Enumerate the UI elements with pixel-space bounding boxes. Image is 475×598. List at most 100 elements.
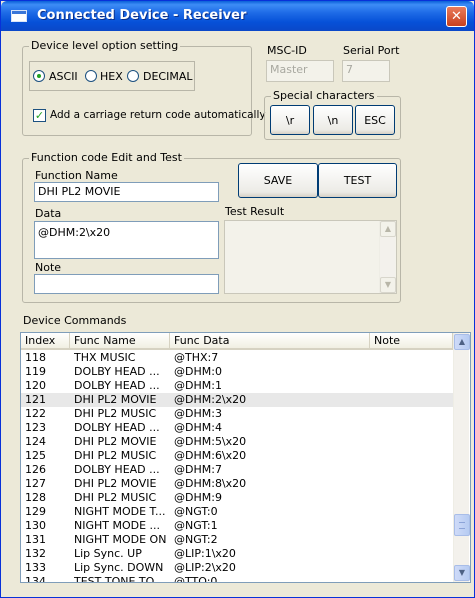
row-func-data: @DHM:3 — [174, 407, 222, 420]
row-func-data: @NGT:2 — [174, 533, 218, 546]
row-func-name: DHI PL2 MOVIE — [74, 435, 157, 448]
radio-hex-label: HEX — [100, 70, 123, 83]
table-row[interactable]: 123 DOLBY HEAD ... @DHM:4 — [21, 421, 453, 435]
row-func-data: @NGT:0 — [174, 505, 218, 518]
column-header-note[interactable]: Note — [370, 333, 453, 348]
row-index: 134 — [25, 575, 46, 583]
column-header-index[interactable]: Index — [21, 333, 70, 348]
table-row[interactable]: 120 DOLBY HEAD ... @DHM:1 — [21, 379, 453, 393]
device-commands-scrollbar[interactable]: ▲ ▼ — [453, 333, 470, 582]
test-result-label: Test Result — [225, 205, 285, 218]
row-func-name: DOLBY HEAD ... — [74, 463, 160, 476]
row-index: 126 — [25, 463, 46, 476]
device-commands-label: Device Commands — [23, 314, 127, 327]
row-index: 120 — [25, 379, 46, 392]
row-func-name: Lip Sync. UP — [74, 547, 142, 560]
radio-decimal[interactable] — [127, 70, 139, 82]
row-index: 127 — [25, 477, 46, 490]
row-func-data: @DHM:5\x20 — [174, 435, 247, 448]
row-func-name: NIGHT MODE ON — [74, 533, 167, 546]
row-func-data: @DHM:0 — [174, 365, 222, 378]
column-header-func-data[interactable]: Func Data — [170, 333, 370, 348]
row-func-name: DHI PL2 MUSIC — [74, 407, 157, 420]
note-label: Note — [35, 261, 62, 274]
table-row[interactable]: 133 Lip Sync. DOWN @LIP:2\x20 — [21, 561, 453, 575]
list-scroll-up-icon[interactable]: ▲ — [454, 334, 470, 350]
test-result-scrollbar[interactable]: ▲ ▼ — [379, 221, 396, 293]
main-window: Connected Device - Receiver ✕ Device lev… — [0, 0, 475, 598]
table-row[interactable]: 128 DHI PL2 MUSIC @DHM:9 — [21, 491, 453, 505]
list-rows: 118 THX MUSIC @THX:7 119 DOLBY HEAD ... @DHM… — [21, 351, 453, 583]
escape-char-button[interactable]: ESC — [355, 105, 395, 135]
row-func-data: @THX:7 — [174, 351, 219, 364]
row-func-data: @DHM:1 — [174, 379, 222, 392]
row-func-name: DOLBY HEAD ... — [74, 365, 160, 378]
newline-char-button[interactable]: \n — [313, 105, 353, 135]
radio-ascii-label: ASCII — [49, 70, 78, 83]
table-row[interactable]: 131 NIGHT MODE ON @NGT:2 — [21, 533, 453, 547]
carriage-return-checkbox[interactable]: ✓ — [33, 109, 46, 122]
table-row[interactable]: 129 NIGHT MODE T... @NGT:0 — [21, 505, 453, 519]
msc-id-label: MSC-ID — [267, 44, 307, 57]
table-row[interactable]: 125 DHI PL2 MUSIC @DHM:6\x20 — [21, 449, 453, 463]
row-func-data: @DHM:4 — [174, 421, 222, 434]
function-name-field[interactable]: DHI PL2 MOVIE — [34, 182, 219, 202]
close-button[interactable]: ✕ — [446, 6, 467, 27]
radio-ascii[interactable] — [33, 70, 45, 82]
row-func-data: @NGT:1 — [174, 519, 218, 532]
test-button[interactable]: TEST — [318, 163, 397, 198]
row-index: 131 — [25, 533, 46, 546]
row-func-data: @LIP:2\x20 — [174, 561, 236, 574]
note-field[interactable] — [34, 274, 219, 294]
list-scroll-down-icon[interactable]: ▼ — [454, 565, 470, 581]
list-header: Index Func Name Func Data Note — [21, 333, 453, 350]
device-commands-list[interactable]: Index Func Name Func Data Note 118 THX MU… — [20, 332, 471, 583]
save-button[interactable]: SAVE — [238, 163, 318, 198]
row-index: 124 — [25, 435, 46, 448]
table-row[interactable]: 130 NIGHT MODE ... @NGT:1 — [21, 519, 453, 533]
table-row[interactable]: 121 DHI PL2 MOVIE @DHM:2\x20 — [21, 393, 453, 407]
row-func-name: NIGHT MODE T... — [74, 505, 166, 518]
row-func-name: DHI PL2 MUSIC — [74, 491, 157, 504]
table-row[interactable]: 134 TEST TONE TO... @TTO:0 — [21, 575, 453, 583]
row-func-data: @DHM:9 — [174, 491, 222, 504]
row-func-name: DOLBY HEAD ... — [74, 379, 160, 392]
row-index: 128 — [25, 491, 46, 504]
row-func-name: DHI PL2 MUSIC — [74, 449, 157, 462]
table-row[interactable]: 127 DHI PL2 MOVIE @DHM:8\x20 — [21, 477, 453, 491]
row-func-data: @LIP:1\x20 — [174, 547, 236, 560]
device-level-group: Device level option setting ASCII HEX DE… — [22, 39, 266, 136]
row-index: 119 — [25, 365, 46, 378]
row-index: 133 — [25, 561, 46, 574]
row-func-data: @DHM:6\x20 — [174, 449, 247, 462]
title-bar[interactable]: Connected Device - Receiver ✕ — [1, 1, 474, 31]
table-row[interactable]: 124 DHI PL2 MOVIE @DHM:5\x20 — [21, 435, 453, 449]
data-field[interactable]: @DHM:2\x20 — [34, 221, 219, 259]
row-func-data: @DHM:8\x20 — [174, 477, 247, 490]
row-func-name: DHI PL2 MOVIE — [74, 393, 157, 406]
row-func-name: NIGHT MODE ... — [74, 519, 161, 532]
table-row[interactable]: 122 DHI PL2 MUSIC @DHM:3 — [21, 407, 453, 421]
table-row[interactable]: 119 DOLBY HEAD ... @DHM:0 — [21, 365, 453, 379]
carriage-return-label: Add a carriage return code automatically — [50, 109, 266, 121]
row-func-name: DOLBY HEAD ... — [74, 421, 160, 434]
scroll-up-icon[interactable]: ▲ — [380, 221, 396, 237]
row-index: 125 — [25, 449, 46, 462]
table-row[interactable]: 126 DOLBY HEAD ... @DHM:7 — [21, 463, 453, 477]
table-row[interactable]: 118 THX MUSIC @THX:7 — [21, 351, 453, 365]
device-level-group-label: Device level option setting — [29, 39, 181, 52]
row-index: 121 — [25, 393, 46, 406]
special-characters-label: Special characters — [271, 89, 377, 102]
list-scroll-thumb[interactable] — [454, 514, 470, 536]
table-row[interactable]: 132 Lip Sync. UP @LIP:1\x20 — [21, 547, 453, 561]
window-icon — [11, 10, 27, 22]
msc-id-field: Master — [266, 60, 334, 82]
radio-hex[interactable] — [85, 70, 97, 82]
carriage-return-char-button[interactable]: \r — [270, 105, 310, 135]
function-name-label: Function Name — [35, 169, 118, 182]
row-func-data: @TTO:0 — [174, 575, 218, 583]
scroll-down-icon[interactable]: ▼ — [380, 277, 396, 293]
row-func-name: DHI PL2 MOVIE — [74, 477, 157, 490]
data-label: Data — [35, 207, 62, 220]
column-header-func-name[interactable]: Func Name — [70, 333, 170, 348]
